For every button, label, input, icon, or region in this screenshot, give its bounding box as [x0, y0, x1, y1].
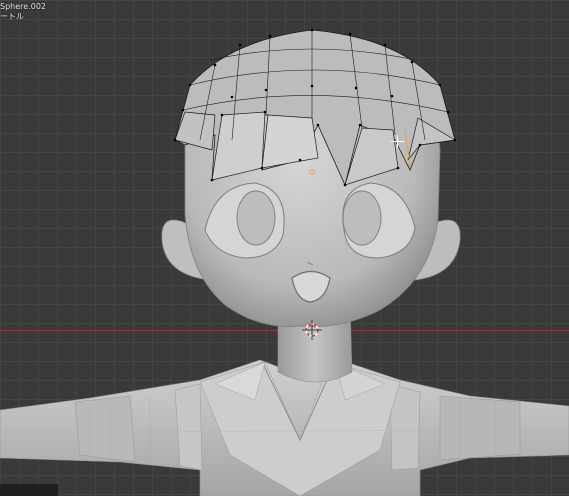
unit-label: ートル: [0, 12, 24, 21]
torso-mesh: [0, 359, 569, 496]
viewport-scene: [0, 28, 569, 496]
viewport-corner-panel: [0, 484, 58, 496]
crosshair-icon: [391, 135, 404, 148]
object-name-label: Sphere.002: [0, 2, 46, 11]
viewport-info: Sphere.002 ートル: [0, 2, 46, 22]
3d-viewport[interactable]: Sphere.002 ートル: [0, 0, 569, 496]
